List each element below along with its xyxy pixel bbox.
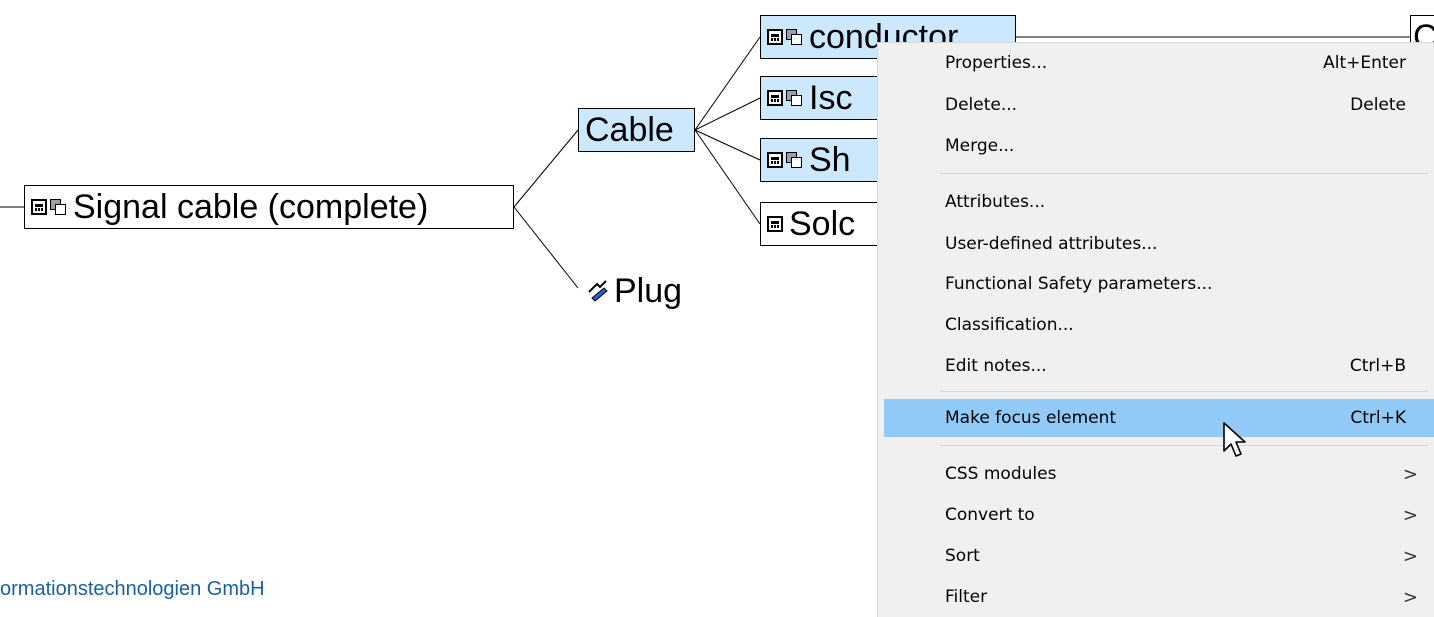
- menu-item-label: Attributes...: [945, 192, 1046, 212]
- menu-item-label: Functional Safety parameters...: [945, 274, 1213, 294]
- plug-icon: [588, 280, 608, 302]
- menu-item-shortcut: Ctrl+B: [1349, 356, 1406, 376]
- submenu-arrow-icon: >: [1402, 586, 1418, 608]
- context-menu: Properties... Alt+Enter Delete... Delete…: [877, 42, 1434, 617]
- menu-item-convert-to[interactable]: Convert to >: [884, 496, 1434, 534]
- submenu-arrow-icon: >: [1402, 504, 1418, 526]
- node-icons: [25, 199, 67, 215]
- menu-item-functional-safety[interactable]: Functional Safety parameters...: [884, 265, 1434, 303]
- menu-separator: [940, 445, 1428, 446]
- mouse-cursor-icon: [1223, 422, 1246, 457]
- menu-item-classification[interactable]: Classification...: [884, 306, 1434, 344]
- menu-item-shortcut: Delete: [1350, 95, 1406, 115]
- menu-item-label: Classification...: [945, 315, 1074, 335]
- menu-item-css-modules[interactable]: CSS modules >: [884, 455, 1434, 493]
- menu-item-label: Properties...: [945, 53, 1048, 73]
- menu-item-make-focus-element[interactable]: Make focus element Ctrl+K: [884, 399, 1434, 437]
- module-icon: [767, 90, 783, 106]
- menu-item-attributes[interactable]: Attributes...: [884, 183, 1434, 221]
- menu-item-label: Merge...: [945, 136, 1015, 156]
- menu-item-shortcut: Alt+Enter: [1323, 53, 1406, 73]
- node-icons: [761, 29, 803, 45]
- module-icon: [767, 29, 783, 45]
- node-icons: [761, 152, 803, 168]
- tree-node-label: Solc: [789, 205, 856, 243]
- menu-item-label: User-defined attributes...: [945, 234, 1158, 254]
- menu-item-delete[interactable]: Delete... Delete: [884, 86, 1434, 124]
- tree-node-label: Sh: [809, 141, 851, 179]
- menu-item-label: Sort: [945, 546, 980, 566]
- menu-item-label: Make focus element: [945, 408, 1117, 428]
- menu-separator: [940, 173, 1428, 174]
- menu-item-label: Edit notes...: [945, 356, 1047, 376]
- subcomponents-icon: [786, 152, 803, 168]
- menu-item-merge[interactable]: Merge...: [884, 127, 1434, 165]
- tree-node-label: Signal cable (complete): [73, 188, 429, 226]
- module-icon: [31, 199, 47, 215]
- menu-item-sort[interactable]: Sort >: [884, 537, 1434, 575]
- node-icons: [761, 90, 803, 106]
- menu-item-edit-notes[interactable]: Edit notes... Ctrl+B: [884, 347, 1434, 385]
- subcomponents-icon: [786, 90, 803, 106]
- module-icon: [767, 152, 783, 168]
- menu-item-label: CSS modules: [945, 464, 1057, 484]
- tree-node-label: Plug: [614, 271, 683, 310]
- submenu-arrow-icon: >: [1402, 545, 1418, 567]
- footer-company-text: ormationstechnologien GmbH: [0, 578, 265, 600]
- menu-item-user-defined-attributes[interactable]: User-defined attributes...: [884, 225, 1434, 263]
- node-icons: [761, 216, 783, 232]
- menu-item-label: Delete...: [945, 95, 1018, 115]
- tree-node-label: Isc: [809, 79, 853, 117]
- menu-separator: [940, 391, 1428, 392]
- subcomponents-icon: [50, 199, 67, 215]
- subcomponents-icon: [786, 29, 803, 45]
- menu-item-shortcut: Ctrl+K: [1350, 408, 1406, 428]
- tree-node-cable[interactable]: Cable: [578, 108, 695, 152]
- menu-item-label: Filter: [945, 587, 988, 607]
- module-icon: [767, 216, 783, 232]
- menu-item-filter[interactable]: Filter >: [884, 578, 1434, 616]
- tree-node-plug[interactable]: Plug: [586, 266, 682, 316]
- tree-node-root[interactable]: Signal cable (complete): [24, 185, 514, 229]
- menu-item-label: Convert to: [945, 505, 1035, 525]
- tree-node-label: Cable: [585, 111, 674, 149]
- menu-item-properties[interactable]: Properties... Alt+Enter: [884, 44, 1434, 82]
- submenu-arrow-icon: >: [1402, 463, 1418, 485]
